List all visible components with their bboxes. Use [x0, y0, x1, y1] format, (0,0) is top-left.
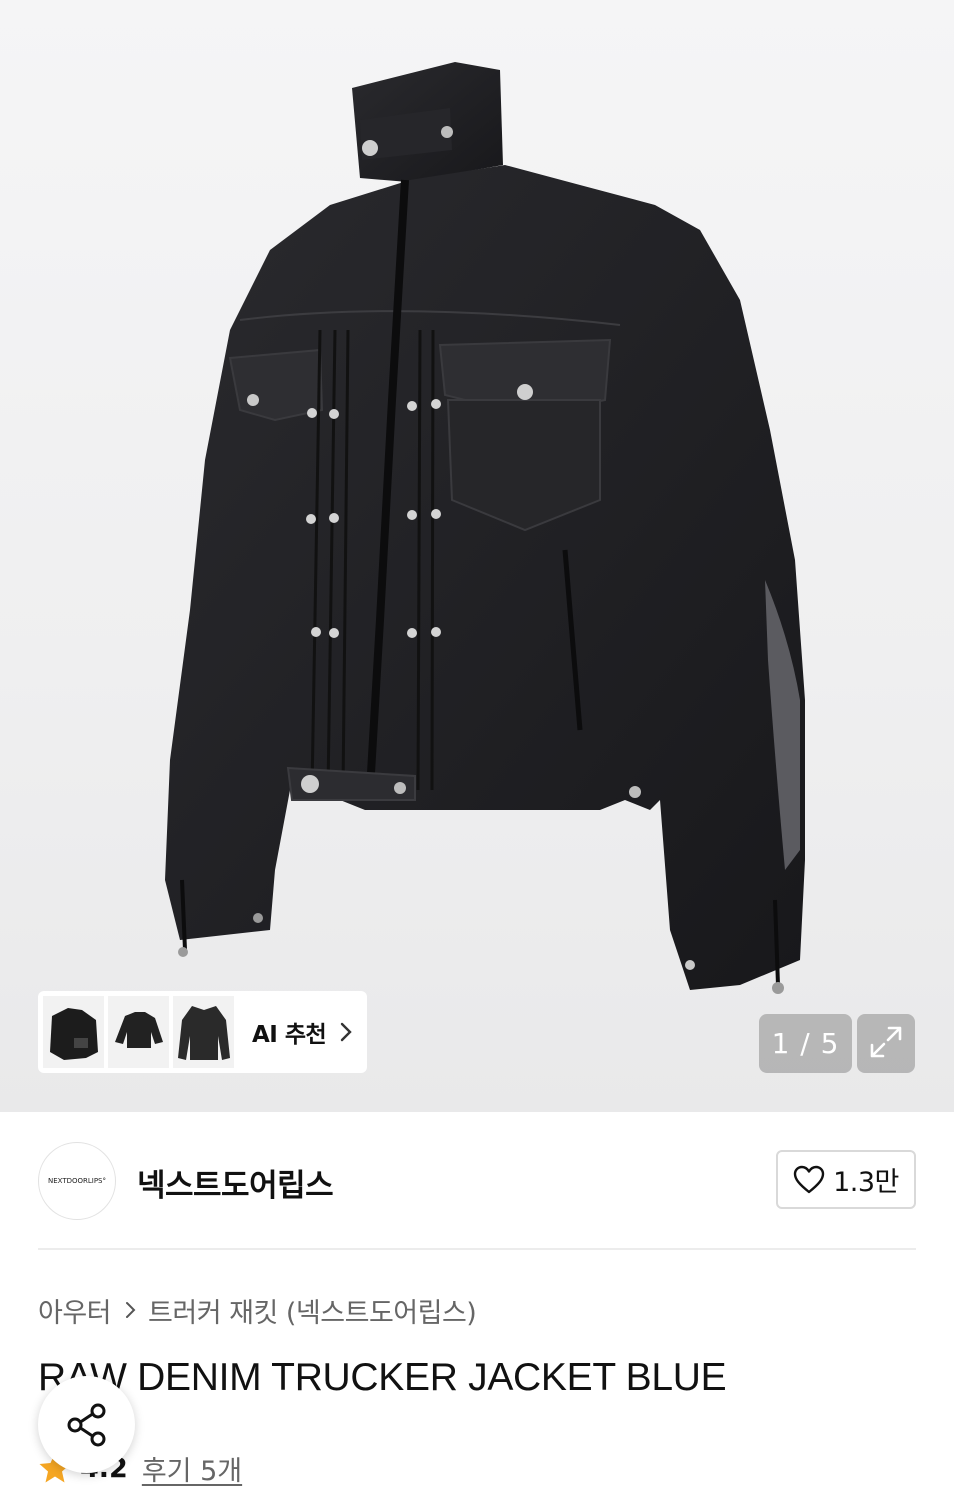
brand-logo-text: NEXTDOORLIPS° [47, 1177, 106, 1185]
expand-button[interactable] [857, 1014, 915, 1073]
reviews-link[interactable]: 후기 5개 [142, 1449, 242, 1488]
like-count: 1.3만 [833, 1167, 899, 1198]
chevron-right-icon [125, 1301, 136, 1319]
heart-icon [793, 1165, 825, 1195]
brand-name[interactable]: 넥스트도어립스 [137, 1160, 334, 1205]
ai-recommend-chip[interactable]: AI 추천 [38, 991, 367, 1073]
recommend-thumbnail[interactable] [43, 996, 104, 1068]
jacket-thumbnail-icon [114, 1012, 163, 1048]
jacket-thumbnail-icon [49, 1008, 98, 1060]
brand-logo[interactable]: NEXTDOORLIPS° [38, 1142, 116, 1220]
ai-recommend-label: AI 추천 [252, 1022, 327, 1048]
image-counter: 1 / 5 [759, 1014, 852, 1073]
breadcrumb-category[interactable]: 아우터 [38, 1291, 112, 1330]
share-button[interactable] [38, 1376, 135, 1473]
recommend-thumbnail[interactable] [108, 996, 169, 1068]
product-image-gallery[interactable]: AI 추천 1 / 5 [0, 0, 954, 1112]
share-icon [64, 1402, 110, 1448]
expand-icon [868, 1024, 904, 1064]
jacket-thumbnail-icon [177, 1006, 230, 1060]
brand-row: NEXTDOORLIPS° 넥스트도어립스 1.3만 [38, 1142, 916, 1220]
recommend-thumbnail[interactable] [173, 996, 234, 1068]
breadcrumb-subcategory[interactable]: 트러커 재킷 (넥스트도어립스) [148, 1291, 477, 1330]
chevron-right-icon [340, 1022, 352, 1042]
breadcrumb: 아우터 트러커 재킷 (넥스트도어립스) [38, 1290, 477, 1330]
product-title: RAW DENIM TRUCKER JACKET BLUE [38, 1356, 727, 1399]
product-photo-jacket [165, 62, 805, 994]
divider [38, 1248, 916, 1250]
brand-like-button[interactable]: 1.3만 [776, 1150, 916, 1209]
